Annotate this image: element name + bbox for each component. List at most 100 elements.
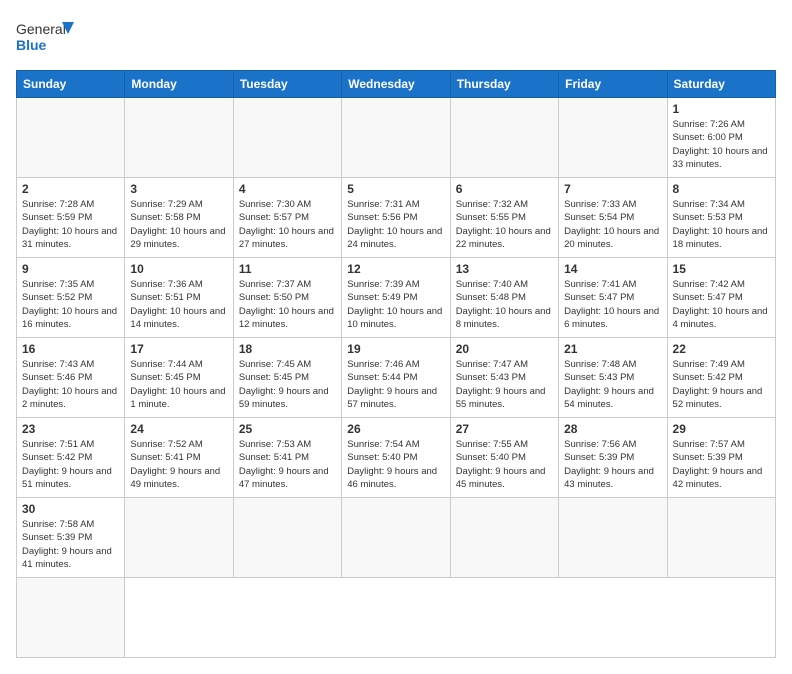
calendar-day: 14Sunrise: 7:41 AM Sunset: 5:47 PM Dayli… — [559, 258, 667, 338]
day-info: Sunrise: 7:54 AM Sunset: 5:40 PM Dayligh… — [347, 438, 444, 491]
calendar-empty — [125, 98, 233, 178]
calendar-empty — [667, 498, 775, 578]
logo: GeneralBlue — [16, 16, 76, 58]
calendar-day: 27Sunrise: 7:55 AM Sunset: 5:40 PM Dayli… — [450, 418, 558, 498]
day-info: Sunrise: 7:43 AM Sunset: 5:46 PM Dayligh… — [22, 358, 119, 411]
day-number: 27 — [456, 422, 553, 436]
calendar-row: 2 Sunrise: 7:28 AM Sunset: 5:59 PM Daylig… — [17, 178, 776, 258]
calendar-day: 22 Sunrise: 7:49 AM Sunset: 5:42 PM Dayli… — [667, 338, 775, 418]
calendar-day: 1 Sunrise: 7:26 AM Sunset: 6:00 PM Daylig… — [667, 98, 775, 178]
day-number: 10 — [130, 262, 227, 276]
weekday-header: Saturday — [667, 71, 775, 98]
calendar-day: 30 Sunrise: 7:58 AM Sunset: 5:39 PM Dayli… — [17, 498, 125, 578]
day-info: Sunrise: 7:30 AM Sunset: 5:57 PM Dayligh… — [239, 198, 336, 251]
calendar-row: 30 Sunrise: 7:58 AM Sunset: 5:39 PM Dayli… — [17, 498, 776, 578]
day-info: Sunrise: 7:40 AM Sunset: 5:48 PM Dayligh… — [456, 278, 553, 331]
weekday-header: Thursday — [450, 71, 558, 98]
day-info: Sunrise: 7:53 AM Sunset: 5:41 PM Dayligh… — [239, 438, 336, 491]
day-number: 24 — [130, 422, 227, 436]
day-info: Sunrise: 7:58 AM Sunset: 5:39 PM Dayligh… — [22, 518, 119, 571]
calendar-day: 20Sunrise: 7:47 AM Sunset: 5:43 PM Dayli… — [450, 338, 558, 418]
day-number: 11 — [239, 262, 336, 276]
calendar-empty — [17, 578, 125, 658]
day-info: Sunrise: 7:36 AM Sunset: 5:51 PM Dayligh… — [130, 278, 227, 331]
calendar-row: 1 Sunrise: 7:26 AM Sunset: 6:00 PM Daylig… — [17, 98, 776, 178]
weekday-header: Monday — [125, 71, 233, 98]
day-number: 15 — [673, 262, 770, 276]
calendar-day: 8 Sunrise: 7:34 AM Sunset: 5:53 PM Daylig… — [667, 178, 775, 258]
svg-text:Blue: Blue — [16, 37, 47, 53]
day-number: 12 — [347, 262, 444, 276]
day-info: Sunrise: 7:41 AM Sunset: 5:47 PM Dayligh… — [564, 278, 661, 331]
day-number: 22 — [673, 342, 770, 356]
calendar-empty — [450, 498, 558, 578]
day-number: 19 — [347, 342, 444, 356]
calendar-row: 16 Sunrise: 7:43 AM Sunset: 5:46 PM Dayli… — [17, 338, 776, 418]
calendar-day: 12Sunrise: 7:39 AM Sunset: 5:49 PM Dayli… — [342, 258, 450, 338]
day-number: 29 — [673, 422, 770, 436]
day-info: Sunrise: 7:49 AM Sunset: 5:42 PM Dayligh… — [673, 358, 770, 411]
calendar-day: 23 Sunrise: 7:51 AM Sunset: 5:42 PM Dayli… — [17, 418, 125, 498]
svg-text:General: General — [16, 21, 66, 37]
calendar-day: 17 Sunrise: 7:44 AM Sunset: 5:45 PM Dayli… — [125, 338, 233, 418]
day-number: 8 — [673, 182, 770, 196]
day-info: Sunrise: 7:31 AM Sunset: 5:56 PM Dayligh… — [347, 198, 444, 251]
page-header: GeneralBlue — [16, 16, 776, 58]
day-info: Sunrise: 7:51 AM Sunset: 5:42 PM Dayligh… — [22, 438, 119, 491]
calendar-empty — [125, 498, 233, 578]
day-number: 16 — [22, 342, 119, 356]
day-number: 20 — [456, 342, 553, 356]
day-info: Sunrise: 7:57 AM Sunset: 5:39 PM Dayligh… — [673, 438, 770, 491]
day-number: 18 — [239, 342, 336, 356]
day-info: Sunrise: 7:34 AM Sunset: 5:53 PM Dayligh… — [673, 198, 770, 251]
calendar-day: 28 Sunrise: 7:56 AM Sunset: 5:39 PM Dayli… — [559, 418, 667, 498]
calendar-row — [17, 578, 776, 658]
day-number: 30 — [22, 502, 119, 516]
calendar-day: 6 Sunrise: 7:32 AM Sunset: 5:55 PM Daylig… — [450, 178, 558, 258]
logo-svg: GeneralBlue — [16, 16, 76, 58]
day-number: 6 — [456, 182, 553, 196]
day-info: Sunrise: 7:46 AM Sunset: 5:44 PM Dayligh… — [347, 358, 444, 411]
weekday-header: Tuesday — [233, 71, 341, 98]
day-info: Sunrise: 7:35 AM Sunset: 5:52 PM Dayligh… — [22, 278, 119, 331]
weekday-header: Sunday — [17, 71, 125, 98]
day-number: 28 — [564, 422, 661, 436]
calendar-day: 29 Sunrise: 7:57 AM Sunset: 5:39 PM Dayli… — [667, 418, 775, 498]
day-number: 13 — [456, 262, 553, 276]
calendar-day: 4 Sunrise: 7:30 AM Sunset: 5:57 PM Daylig… — [233, 178, 341, 258]
day-number: 1 — [673, 102, 770, 116]
day-info: Sunrise: 7:44 AM Sunset: 5:45 PM Dayligh… — [130, 358, 227, 411]
day-info: Sunrise: 7:28 AM Sunset: 5:59 PM Dayligh… — [22, 198, 119, 251]
weekday-header: Friday — [559, 71, 667, 98]
calendar-day: 15 Sunrise: 7:42 AM Sunset: 5:47 PM Dayli… — [667, 258, 775, 338]
calendar-day: 18 Sunrise: 7:45 AM Sunset: 5:45 PM Dayli… — [233, 338, 341, 418]
day-info: Sunrise: 7:26 AM Sunset: 6:00 PM Dayligh… — [673, 118, 770, 171]
calendar-day: 24 Sunrise: 7:52 AM Sunset: 5:41 PM Dayli… — [125, 418, 233, 498]
day-info: Sunrise: 7:29 AM Sunset: 5:58 PM Dayligh… — [130, 198, 227, 251]
day-info: Sunrise: 7:56 AM Sunset: 5:39 PM Dayligh… — [564, 438, 661, 491]
day-info: Sunrise: 7:42 AM Sunset: 5:47 PM Dayligh… — [673, 278, 770, 331]
calendar-empty — [342, 98, 450, 178]
day-number: 2 — [22, 182, 119, 196]
day-number: 21 — [564, 342, 661, 356]
day-number: 26 — [347, 422, 444, 436]
day-info: Sunrise: 7:32 AM Sunset: 5:55 PM Dayligh… — [456, 198, 553, 251]
calendar-empty — [450, 98, 558, 178]
day-info: Sunrise: 7:48 AM Sunset: 5:43 PM Dayligh… — [564, 358, 661, 411]
day-info: Sunrise: 7:45 AM Sunset: 5:45 PM Dayligh… — [239, 358, 336, 411]
day-info: Sunrise: 7:52 AM Sunset: 5:41 PM Dayligh… — [130, 438, 227, 491]
calendar-header-row: SundayMondayTuesdayWednesdayThursdayFrid… — [17, 71, 776, 98]
day-number: 4 — [239, 182, 336, 196]
calendar-empty — [233, 498, 341, 578]
day-number: 17 — [130, 342, 227, 356]
calendar-day: 10 Sunrise: 7:36 AM Sunset: 5:51 PM Dayli… — [125, 258, 233, 338]
calendar-day: 21 Sunrise: 7:48 AM Sunset: 5:43 PM Dayli… — [559, 338, 667, 418]
day-number: 23 — [22, 422, 119, 436]
calendar-day: 5Sunrise: 7:31 AM Sunset: 5:56 PM Daylig… — [342, 178, 450, 258]
calendar-day: 9Sunrise: 7:35 AM Sunset: 5:52 PM Daylig… — [17, 258, 125, 338]
calendar-empty — [342, 498, 450, 578]
calendar-day: 25Sunrise: 7:53 AM Sunset: 5:41 PM Dayli… — [233, 418, 341, 498]
calendar-day: 2 Sunrise: 7:28 AM Sunset: 5:59 PM Daylig… — [17, 178, 125, 258]
calendar-day: 19 Sunrise: 7:46 AM Sunset: 5:44 PM Dayli… — [342, 338, 450, 418]
calendar-day: 13 Sunrise: 7:40 AM Sunset: 5:48 PM Dayli… — [450, 258, 558, 338]
